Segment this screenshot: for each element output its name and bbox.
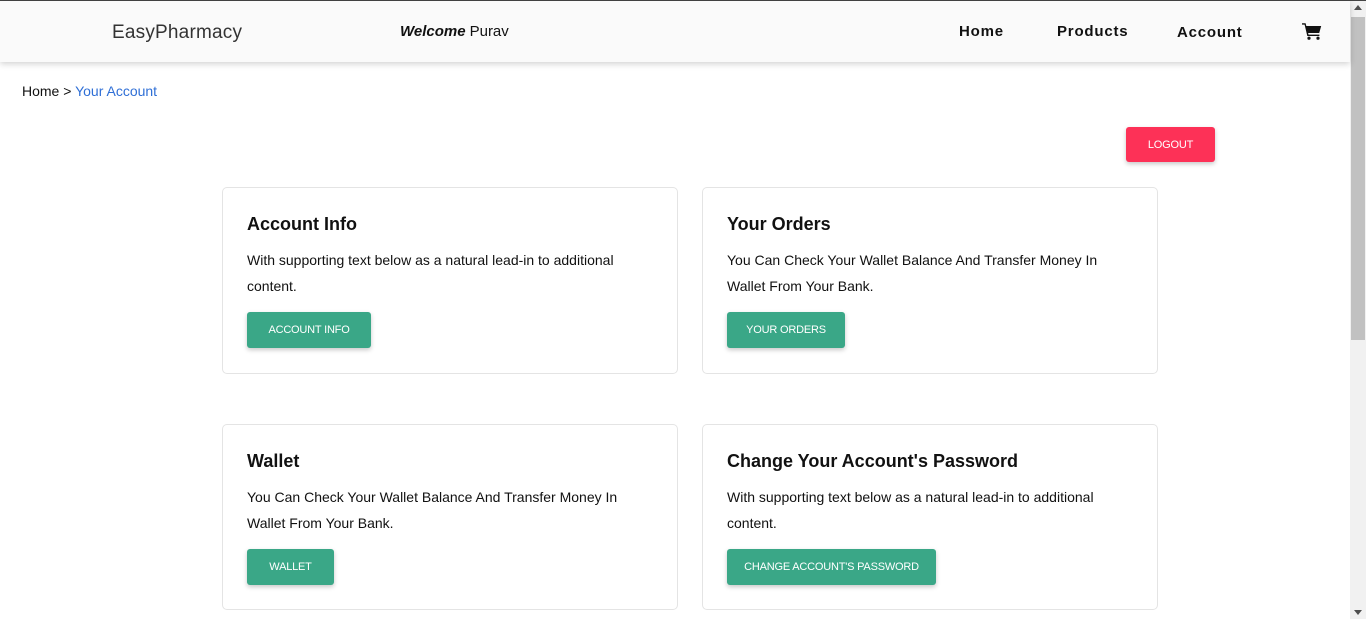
logout-button[interactable]: LOGOUT (1126, 127, 1215, 162)
card-text: With supporting text below as a natural … (727, 489, 1094, 531)
cart-icon-graphic (1302, 23, 1322, 40)
vertical-scrollbar[interactable] (1350, 1, 1366, 619)
wallet-card: Wallet You Can Check Your Wallet Balance… (222, 424, 678, 610)
card-title: Account Info (247, 214, 357, 234)
account-info-card: Account Info With supporting text below … (222, 187, 678, 374)
breadcrumb-current[interactable]: Your Account (75, 83, 157, 99)
navbar: EasyPharmacy Welcome Purav Home Products … (0, 1, 1350, 62)
brand-logo-text[interactable]: EasyPharmacy (112, 22, 242, 44)
account-info-button[interactable]: ACCOUNT INFO (247, 312, 371, 348)
card-text: With supporting text below as a natural … (247, 252, 614, 294)
breadcrumb-separator: > (63, 83, 72, 99)
card-title: Your Orders (727, 214, 831, 234)
card-title: Wallet (247, 451, 300, 471)
breadcrumb-home-link[interactable]: Home (22, 83, 59, 99)
nav-link-home[interactable]: Home (959, 23, 1004, 40)
your-orders-card: Your Orders You Can Check Your Wallet Ba… (702, 187, 1158, 374)
card-text: You Can Check Your Wallet Balance And Tr… (247, 489, 618, 531)
nav-link-account[interactable]: Account (1177, 24, 1243, 41)
breadcrumb: Home > Your Account (22, 83, 157, 99)
your-orders-button[interactable]: YOUR ORDERS (727, 312, 845, 348)
change-password-card: Change Your Account's Password With supp… (702, 424, 1158, 610)
change-password-button[interactable]: CHANGE ACCOUNT'S PASSWORD (727, 549, 936, 585)
scrollbar-thumb[interactable] (1351, 17, 1365, 340)
scroll-down-arrow-icon[interactable] (1354, 610, 1362, 615)
user-name: Purav (469, 23, 509, 40)
welcome-message: Welcome Purav (400, 23, 509, 40)
cart-icon[interactable] (1302, 22, 1322, 40)
card-text: You Can Check Your Wallet Balance And Tr… (727, 252, 1098, 294)
wallet-button[interactable]: WALLET (247, 549, 334, 585)
card-title: Change Your Account's Password (727, 451, 1019, 471)
scroll-up-arrow-icon[interactable] (1354, 5, 1362, 10)
welcome-label: Welcome (400, 23, 466, 40)
nav-link-products[interactable]: Products (1057, 23, 1128, 40)
